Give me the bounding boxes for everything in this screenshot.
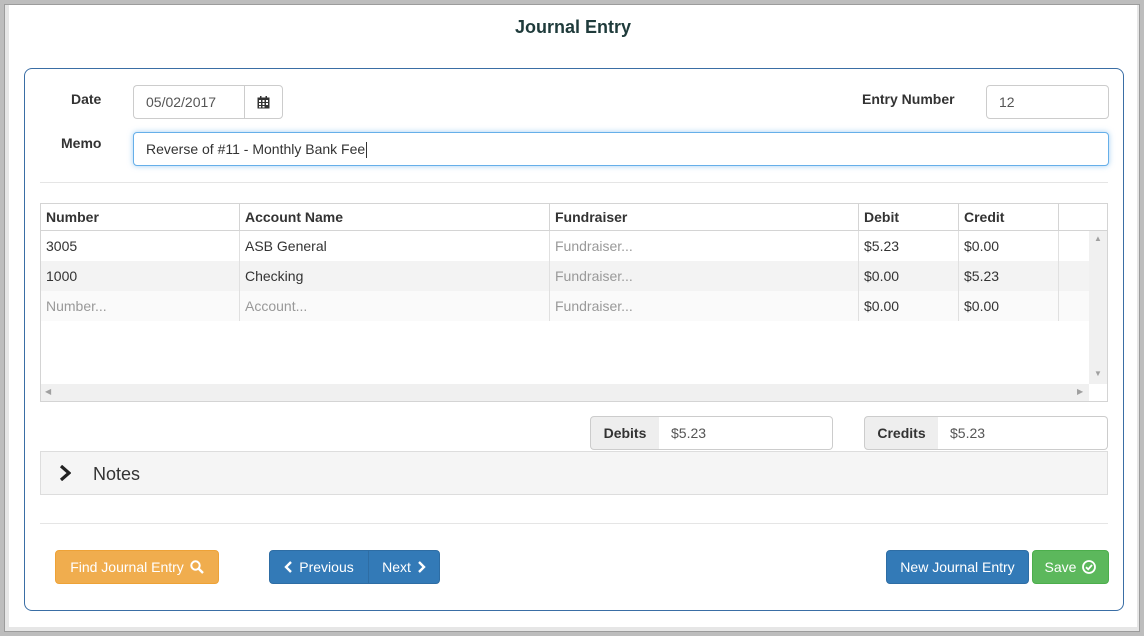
new-journal-entry-button[interactable]: New Journal Entry xyxy=(886,550,1029,584)
notes-section-toggle[interactable]: Notes xyxy=(40,451,1108,495)
journal-entry-form: Date 05/02/2017 Entry Number 12 Memo Rev… xyxy=(24,68,1124,611)
search-icon xyxy=(190,560,204,574)
find-button-label: Find Journal Entry xyxy=(70,559,184,575)
journal-lines-grid: Number Account Name Fundraiser Debit Cre… xyxy=(40,203,1108,402)
cell-number[interactable]: 3005 xyxy=(41,231,240,261)
cell-credit[interactable]: $0.00 xyxy=(959,231,1059,261)
column-header-credit[interactable]: Credit xyxy=(959,204,1059,231)
find-journal-entry-button[interactable]: Find Journal Entry xyxy=(55,550,219,584)
debits-total: Debits $5.23 xyxy=(590,416,833,450)
scroll-right-arrow-icon[interactable]: ▶ xyxy=(1077,387,1083,396)
app-window: Journal Entry Date 05/02/2017 Entry Numb… xyxy=(4,4,1140,632)
horizontal-scrollbar[interactable]: ◀ ▶ xyxy=(41,384,1089,401)
date-picker: 05/02/2017 xyxy=(133,85,283,119)
cell-fundraiser[interactable]: Fundraiser... xyxy=(550,291,859,321)
date-label: Date xyxy=(71,91,102,107)
chevron-right-icon xyxy=(418,561,426,573)
grid-header: Number Account Name Fundraiser Debit Cre… xyxy=(41,204,1107,231)
save-button-label: Save xyxy=(1044,559,1077,575)
scroll-up-arrow-icon[interactable]: ▲ xyxy=(1094,234,1102,243)
date-input[interactable]: 05/02/2017 xyxy=(133,85,245,119)
memo-text: Reverse of #11 - Monthly Bank Fee xyxy=(146,141,366,157)
calendar-icon xyxy=(257,95,270,108)
chevron-right-icon xyxy=(59,465,71,481)
cell-account-name[interactable]: Checking xyxy=(240,261,550,291)
column-header-account-name[interactable]: Account Name xyxy=(240,204,550,231)
cell-number[interactable]: Number... xyxy=(41,291,240,321)
scroll-left-arrow-icon[interactable]: ◀ xyxy=(45,387,51,396)
column-header-number[interactable]: Number xyxy=(41,204,240,231)
cell-credit[interactable]: $0.00 xyxy=(959,291,1059,321)
text-cursor xyxy=(366,142,368,159)
cell-debit[interactable]: $0.00 xyxy=(859,291,959,321)
credits-label: Credits xyxy=(864,416,939,450)
column-header-debit[interactable]: Debit xyxy=(859,204,959,231)
cell-debit[interactable]: $5.23 xyxy=(859,231,959,261)
credits-value: $5.23 xyxy=(938,416,1108,450)
chevron-left-icon xyxy=(284,561,293,573)
page-title: Journal Entry xyxy=(514,17,632,37)
memo-input[interactable]: Reverse of #11 - Monthly Bank Fee xyxy=(133,132,1109,166)
divider xyxy=(40,182,1108,183)
debits-label: Debits xyxy=(590,416,660,450)
next-button-label: Next xyxy=(382,559,411,575)
table-row[interactable]: 1000 Checking Fundraiser... $0.00 $5.23 xyxy=(41,261,1089,291)
credits-total: Credits $5.23 xyxy=(864,416,1108,450)
entry-number-input[interactable]: 12 xyxy=(986,85,1109,119)
table-row-new[interactable]: Number... Account... Fundraiser... $0.00… xyxy=(41,291,1089,321)
column-header-fundraiser[interactable]: Fundraiser xyxy=(550,204,859,231)
notes-label: Notes xyxy=(93,464,141,484)
cell-fundraiser[interactable]: Fundraiser... xyxy=(550,231,859,261)
divider xyxy=(40,523,1108,524)
vertical-scrollbar[interactable]: ▲ ▼ xyxy=(1089,231,1107,384)
memo-label: Memo xyxy=(61,135,102,151)
cell-credit[interactable]: $5.23 xyxy=(959,261,1059,291)
scroll-down-arrow-icon[interactable]: ▼ xyxy=(1094,369,1102,378)
cell-account-name[interactable]: ASB General xyxy=(240,231,550,261)
cell-fundraiser[interactable]: Fundraiser... xyxy=(550,261,859,291)
previous-button-label: Previous xyxy=(299,559,354,575)
next-button[interactable]: Next xyxy=(368,550,440,584)
calendar-button[interactable] xyxy=(244,85,283,119)
cell-number[interactable]: 1000 xyxy=(41,261,240,291)
save-button[interactable]: Save xyxy=(1032,550,1109,584)
cell-debit[interactable]: $0.00 xyxy=(859,261,959,291)
previous-button[interactable]: Previous xyxy=(269,550,369,584)
title-bar: Journal Entry xyxy=(9,5,1137,57)
check-circle-icon xyxy=(1082,560,1097,574)
table-row[interactable]: 3005 ASB General Fundraiser... $5.23 $0.… xyxy=(41,231,1089,261)
debits-value: $5.23 xyxy=(659,416,833,450)
entry-number-label: Entry Number xyxy=(862,91,955,107)
cell-account-name[interactable]: Account... xyxy=(240,291,550,321)
